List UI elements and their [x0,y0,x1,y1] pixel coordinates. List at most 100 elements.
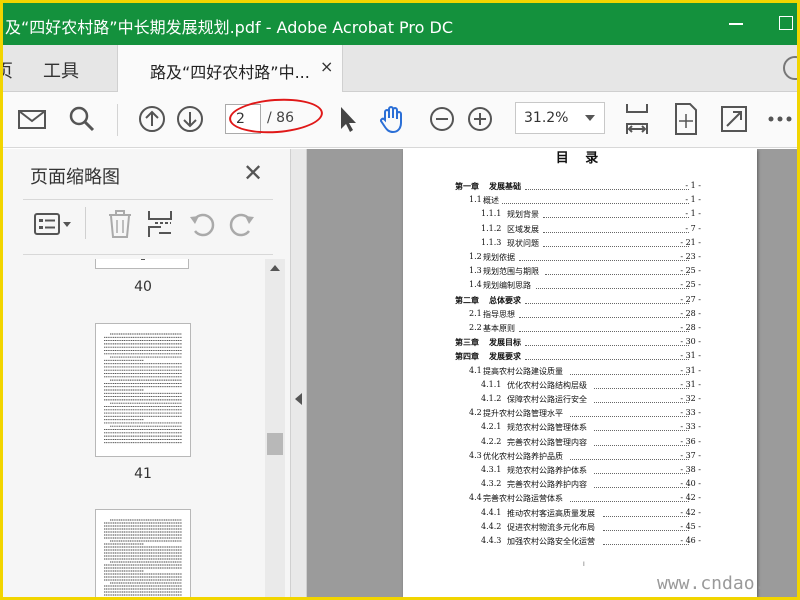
toc-entry-number: 4.2.2 [481,436,502,446]
more-icon[interactable] [765,104,795,134]
toc-entry-page: - 31 - [680,365,701,375]
zoom-out-icon[interactable] [427,104,457,134]
document-view[interactable]: 目 录 第一章 发展基础 - 1 - 1.1 概述 - 1 - 1.1.1 规划背景 - 1 -… [307,149,797,597]
thumb-options-icon[interactable] [33,209,73,239]
toc-leader [594,444,689,446]
toc-leader [525,345,689,347]
toc-entry-text: 规划编制思路 [483,281,531,291]
search-icon[interactable] [67,104,97,134]
toc-entry[interactable]: 4.4.1 推动农村客运高质量发展 - 42 - [403,508,757,520]
scroll-thumb[interactable] [267,433,283,455]
fit-width-icon[interactable] [621,102,653,136]
close-icon[interactable]: ✕ [243,161,263,185]
toc-entry-number: 4.1.2 [481,394,502,403]
toc-entry[interactable]: 4.3.1 规范农村公路养护体系 - 38 - [403,465,757,477]
rotate-cw-icon[interactable] [227,209,257,239]
toc-leader [594,387,689,389]
toc-entry[interactable]: 1.2 规划依据 - 23 - [403,252,757,264]
cursor-icon[interactable] [333,104,363,134]
page-footer: I [583,561,585,568]
toc-leader [594,402,689,403]
toc-entry-page: - 25 - [680,280,701,290]
toc-entry-page: - 33 - [680,422,701,432]
toc-entry-text: 发展要求 [489,351,521,362]
toc-entry-page: - 38 - [680,465,701,474]
toc-entry[interactable]: 1.1.2 区域发展 - 7 - [403,224,757,236]
toc-entry-number: 4.1.1 [481,379,502,389]
tab-document[interactable]: 路及“四好农村路”中... × [117,45,343,92]
chevron-down-icon[interactable] [585,115,595,121]
toc-entry-page: - 25 - [680,266,701,276]
toc-entry[interactable]: 4.1 提高农村公路建设质量 - 31 - [403,366,757,378]
toc-entry[interactable]: 4.2.2 完善农村公路管理内容 - 36 - [403,437,757,449]
hand-icon[interactable] [377,104,407,134]
toc-leader [594,487,689,489]
toc-entry-text: 规划背景 [507,210,539,220]
toc-entry-text: 发展基础 [489,181,521,191]
toc-entry-text: 发展目标 [489,337,521,348]
tab-tools[interactable]: 工具 [43,57,79,83]
trash-icon[interactable] [105,209,135,239]
toc-entry-page: - 36 - [680,436,701,446]
zoom-in-icon[interactable] [465,104,495,134]
minimize-button[interactable] [729,23,743,25]
toc-entry-page: - 21 - [680,237,701,247]
thumbnail-page-41[interactable] [95,323,191,457]
help-icon[interactable] [783,56,797,80]
mail-icon[interactable] [17,104,47,134]
pdf-page: 目 录 第一章 发展基础 - 1 - 1.1 概述 - 1 - 1.1.1 规划背景 - 1 -… [403,149,757,597]
title-bar: 及“四好农村路”中长期发展规划.pdf - Adobe Acrobat Pro … [3,3,797,45]
toc-entry[interactable]: 4.4.2 促进农村物流多元化布局 - 45 - [403,522,757,534]
fullscreen-icon[interactable] [719,104,749,134]
toc-entry[interactable]: 1.1.3 现状问题 - 21 - [403,238,757,250]
toc-entry[interactable]: 4.2 提升农村公路管理水平 - 33 - [403,408,757,420]
toc-entry-page: - 1 - [685,209,701,219]
tab-close-icon[interactable]: × [320,57,333,76]
toc-entry[interactable]: 第二章 总体要求 - 27 - [403,295,757,307]
toc-entry-number: 4.2.1 [481,422,502,432]
toc-entry-text: 完善农村公路运营体系 [483,494,563,504]
scroll-up-icon[interactable] [270,265,280,271]
toc-entry-number: 1.1.2 [481,223,502,233]
toc-entry[interactable]: 1.3 规划范围与期限 - 25 - [403,266,757,278]
toc-entry[interactable]: 2.2 基本原则 - 28 - [403,323,757,335]
extract-icon[interactable] [145,209,175,239]
toc-entry[interactable]: 4.1.1 优化农村公路结构层级 - 31 - [403,380,757,392]
rotate-page-icon[interactable] [671,102,701,136]
toc-entry[interactable]: 第一章 发展基础 - 1 - [403,181,757,193]
toc-entry[interactable]: 第四章 发展要求 - 31 - [403,351,757,363]
toc-leader [570,458,689,460]
arrow-up-icon[interactable] [137,104,167,134]
toc-entry[interactable]: 4.2.1 规范农村公路管理体系 - 33 - [403,422,757,434]
toc-entry-page: - 7 - [685,223,701,233]
toc-entry-text: 基本原则 [483,324,515,333]
maximize-button[interactable] [779,16,793,30]
toc-leader [544,274,689,276]
toc-entry[interactable]: 2.1 指导思想 - 28 - [403,309,757,321]
toc-entry[interactable]: 4.4.3 加强农村公路安全化运营 - 46 - [403,536,757,548]
panel-collapse-handle[interactable] [291,149,307,597]
toc-entry-text: 完善农村公路管理内容 [507,437,587,447]
rotate-ccw-icon[interactable] [187,209,217,239]
tab-home[interactable]: 页 [3,57,13,83]
toc-leader [570,373,689,375]
toc-entry-text: 提高农村公路建设质量 [483,366,563,376]
toc-entry[interactable]: 1.1.1 规划背景 - 1 - [403,209,757,221]
toc-title: 目 录 [555,151,605,166]
toc-entry-number: 4.4.2 [481,521,502,531]
toc-leader [525,189,689,190]
thumbnail-scrollbar[interactable] [265,259,285,597]
toc-entry[interactable]: 第三章 发展目标 - 30 - [403,337,757,349]
thumbnail-page-40[interactable] [95,259,189,269]
toc-entry[interactable]: 4.1.2 保障农村公路运行安全 - 32 - [403,394,757,406]
toc-entry[interactable]: 4.3 优化农村公路养护品质 - 37 - [403,451,757,463]
arrow-down-icon[interactable] [175,104,205,134]
toc-entry[interactable]: 1.1 概述 - 1 - [403,195,757,207]
toc-entry[interactable]: 1.4 规划编制思路 - 25 - [403,280,757,292]
toc-entry[interactable]: 4.4 完善农村公路运营体系 - 42 - [403,493,757,505]
toc-entry[interactable]: 4.3.2 完善农村公路养护内容 - 40 - [403,479,757,491]
thumbnail-page-42[interactable] [95,509,191,597]
toc-entry-number: 4.1 [469,365,482,375]
collapse-left-icon[interactable] [295,393,302,405]
toc-leader [570,416,689,418]
